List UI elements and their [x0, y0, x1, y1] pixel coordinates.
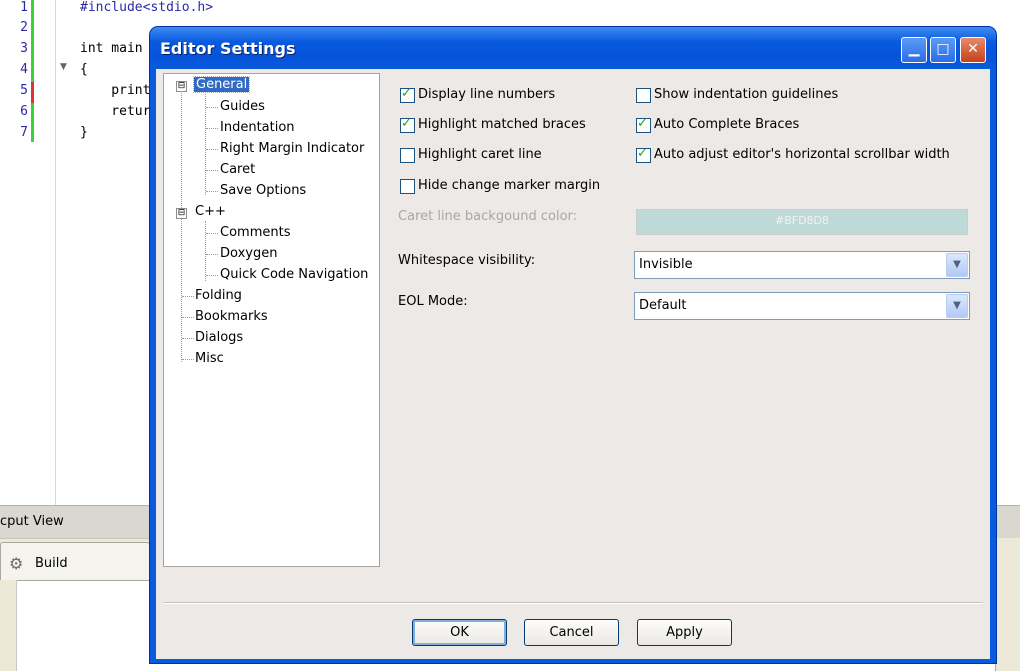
tree-connector — [206, 170, 218, 171]
close-button[interactable]: ✕ — [960, 37, 986, 63]
line-number: 2 — [20, 20, 28, 35]
tree-connector — [206, 275, 218, 276]
tree-item-cpp[interactable]: C++ — [195, 204, 226, 219]
hide-change-marker-margin-checkbox[interactable] — [400, 179, 415, 194]
fold-margin — [55, 0, 76, 505]
code-line: print — [80, 83, 151, 98]
editor-settings-dialog: Editor Settings ▁ □ ✕ ⊟ General Guides I… — [150, 27, 996, 663]
code-line: int main — [80, 41, 143, 56]
code-line: #include<stdio.h> — [80, 0, 214, 15]
tree-connector — [205, 221, 206, 281]
code-line: } — [80, 125, 88, 140]
minimize-icon: ▁ — [908, 41, 920, 57]
line-number: 4 — [20, 62, 28, 77]
tree-connector — [206, 107, 218, 108]
tree-item-guides[interactable]: Guides — [220, 99, 265, 114]
tree-item-misc[interactable]: Misc — [195, 351, 224, 366]
minimize-button[interactable]: ▁ — [901, 37, 927, 63]
highlight-caret-line-checkbox[interactable] — [400, 148, 415, 163]
caret-color-picker: #BFD8D8 — [636, 209, 968, 235]
separator — [163, 602, 983, 604]
code-line: retur — [80, 104, 151, 119]
tree-item-save-options[interactable]: Save Options — [220, 183, 306, 198]
tree-item-right-margin-indicator[interactable]: Right Margin Indicator — [220, 141, 364, 156]
tree-connector — [182, 296, 194, 297]
change-marker-saved — [31, 0, 34, 142]
tree-item-folding[interactable]: Folding — [195, 288, 242, 303]
eol-mode-value: Default — [639, 298, 687, 313]
tree-item-general[interactable]: General — [192, 76, 251, 93]
show-indentation-guidelines-checkbox[interactable] — [636, 88, 651, 103]
tree-item-bookmarks[interactable]: Bookmarks — [195, 309, 268, 324]
auto-complete-braces-label[interactable]: Auto Complete Braces — [654, 117, 799, 132]
dialog-client-area: ⊟ General Guides Indentation Right Margi… — [156, 69, 990, 659]
gear-icon: ⚙ — [9, 554, 24, 573]
tree-item-quick-code-navigation[interactable]: Quick Code Navigation — [220, 267, 368, 282]
highlight-matched-braces-label[interactable]: Highlight matched braces — [418, 117, 586, 132]
hide-change-marker-margin-label[interactable]: Hide change marker margin — [418, 178, 600, 193]
tree-connector — [206, 191, 218, 192]
line-number: 7 — [20, 125, 28, 140]
maximize-icon: □ — [936, 41, 950, 57]
auto-adjust-scrollbar-label[interactable]: Auto adjust editor's horizontal scrollba… — [654, 147, 950, 162]
change-marker-unsaved — [31, 82, 34, 103]
auto-complete-braces-checkbox[interactable] — [636, 116, 651, 133]
tree-item-comments[interactable]: Comments — [220, 225, 290, 240]
line-number: 3 — [20, 41, 28, 56]
show-indentation-guidelines-label[interactable]: Show indentation guidelines — [654, 87, 838, 102]
dialog-title: Editor Settings — [160, 39, 296, 58]
whitespace-visibility-label: Whitespace visibility: — [398, 253, 536, 268]
display-line-numbers-checkbox[interactable] — [400, 86, 415, 103]
tree-connector — [182, 338, 194, 339]
code-line: { — [80, 62, 88, 77]
close-icon: ✕ — [967, 41, 979, 57]
highlight-caret-line-label[interactable]: Highlight caret line — [418, 147, 542, 162]
tree-connector — [206, 128, 218, 129]
cancel-button[interactable]: Cancel — [524, 619, 619, 646]
tree-connector — [182, 317, 194, 318]
tab-build-label: Build — [35, 556, 68, 571]
dialog-titlebar[interactable]: Editor Settings ▁ □ ✕ — [150, 27, 996, 69]
tree-connector — [205, 94, 206, 195]
caret-color-value: #BFD8D8 — [774, 214, 830, 227]
eol-mode-select[interactable]: Default ▼ — [634, 292, 970, 320]
highlight-matched-braces-checkbox[interactable] — [400, 116, 415, 133]
tree-item-caret[interactable]: Caret — [220, 162, 255, 177]
collapse-icon[interactable]: ⊟ — [176, 81, 187, 92]
tree-connector — [206, 233, 218, 234]
chevron-down-icon[interactable]: ▼ — [946, 253, 968, 277]
line-number: 5 — [20, 83, 28, 98]
output-view-title: cput View — [0, 514, 64, 529]
tree-connector — [206, 149, 218, 150]
caret-color-label: Caret line backgound color: — [398, 209, 578, 224]
display-line-numbers-label[interactable]: Display line numbers — [418, 87, 555, 102]
whitespace-visibility-select[interactable]: Invisible ▼ — [634, 251, 970, 279]
settings-tree[interactable]: ⊟ General Guides Indentation Right Margi… — [163, 73, 380, 567]
output-side-panel — [995, 538, 1020, 671]
line-number-gutter: 1 2 3 4 5 6 7 — [0, 0, 34, 505]
ok-button[interactable]: OK — [412, 619, 507, 646]
whitespace-visibility-value: Invisible — [639, 257, 693, 272]
tree-item-doxygen[interactable]: Doxygen — [220, 246, 277, 261]
output-scrollbar[interactable] — [0, 580, 17, 671]
tree-item-dialogs[interactable]: Dialogs — [195, 330, 243, 345]
line-number: 6 — [20, 104, 28, 119]
tree-connector — [181, 84, 182, 362]
tree-connector — [182, 359, 194, 360]
tree-connector — [206, 254, 218, 255]
fold-arrow-icon[interactable]: ▼ — [60, 62, 67, 72]
chevron-down-icon[interactable]: ▼ — [946, 294, 968, 318]
auto-adjust-scrollbar-checkbox[interactable] — [636, 146, 651, 163]
apply-button[interactable]: Apply — [637, 619, 732, 646]
tree-item-indentation[interactable]: Indentation — [220, 120, 295, 135]
maximize-button[interactable]: □ — [930, 37, 956, 63]
line-number: 1 — [20, 0, 28, 15]
eol-mode-label: EOL Mode: — [398, 294, 468, 309]
collapse-icon[interactable]: ⊟ — [176, 208, 187, 219]
